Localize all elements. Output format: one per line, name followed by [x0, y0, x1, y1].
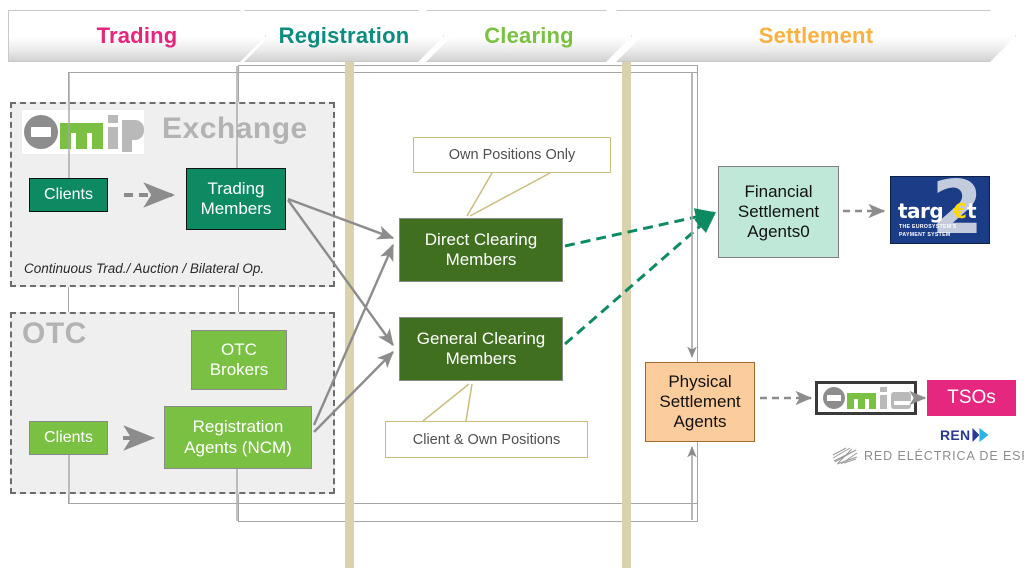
- ren-logo: REN: [940, 427, 988, 443]
- node-otc-clients[interactable]: Clients: [29, 421, 108, 455]
- node-otc-brokers[interactable]: OTC Brokers: [191, 330, 287, 390]
- node-financial-settlement-agents-line2: Settlement: [737, 201, 820, 221]
- target2-wordmark: targ: [898, 199, 944, 223]
- node-registration-agents-line2: Agents (NCM): [184, 437, 292, 457]
- diagram-canvas: Trading Registration Clearing Settlement…: [0, 0, 1024, 582]
- node-exchange-clients-label: Clients: [44, 185, 93, 203]
- red-electrica-wordmark: RED ELÉCTRICA DE ESPAÑA: [864, 449, 1024, 463]
- stage-label-settlement: Settlement: [758, 23, 874, 48]
- stage-chevron-settlement[interactable]: Settlement: [616, 10, 1016, 62]
- red-electrica-logo: RED ELÉCTRICA DE ESPAÑA: [832, 447, 1024, 465]
- node-tsos[interactable]: TSOs: [927, 380, 1016, 416]
- node-general-clearing-members[interactable]: General Clearing Members: [399, 317, 563, 381]
- node-trading-members-line2: Members: [200, 199, 272, 218]
- stage-banner: Trading Registration Clearing Settlement: [8, 10, 1016, 62]
- callout-client-own-positions-label: Client & Own Positions: [412, 431, 561, 448]
- omip-m-icon: [60, 115, 104, 149]
- omip-logo: [22, 110, 144, 154]
- red-electrica-mark-icon: [832, 447, 858, 465]
- ren-arrow-icon: [972, 428, 988, 442]
- omie-logo: [815, 381, 917, 415]
- node-general-clearing-members-line2: Members: [445, 349, 517, 368]
- callout-client-own-positions: Client & Own Positions: [385, 421, 588, 458]
- callout-own-positions-only-label: Own Positions Only: [448, 147, 576, 163]
- callout-own-positions-only: Own Positions Only: [413, 137, 611, 173]
- node-financial-settlement-agents-line3: Agents0: [747, 222, 810, 242]
- omie-i-icon: [880, 387, 887, 409]
- omie-e-icon: [891, 392, 911, 409]
- node-direct-clearing-members-line1: Direct Clearing: [424, 229, 538, 249]
- target2-subtitle-line1: THE EUROSYSTEM'S: [899, 224, 957, 230]
- stage-label-trading: Trading: [96, 23, 178, 48]
- node-financial-settlement-agents-line1: Financial: [744, 181, 813, 201]
- omie-o-icon: [823, 387, 845, 409]
- stage-label-registration: Registration: [278, 23, 410, 48]
- omip-i-icon: [108, 115, 118, 149]
- node-tsos-label: TSOs: [947, 387, 996, 408]
- omip-p-icon: [122, 112, 144, 152]
- omip-o-icon: [24, 115, 58, 149]
- stage-chevron-clearing[interactable]: Clearing: [426, 10, 632, 62]
- stage-divider-registration: [345, 58, 354, 568]
- target2-logo: 2 targ € t THE EUROSYSTEM'S PAYMENT SYST…: [890, 176, 990, 244]
- node-trading-members-line1: Trading: [207, 178, 265, 198]
- omie-m-icon: [847, 387, 877, 409]
- node-trading-members[interactable]: Trading Members: [186, 168, 286, 230]
- target2-euro-icon: €: [953, 199, 967, 223]
- stage-chevron-registration[interactable]: Registration: [244, 10, 444, 62]
- otc-title: OTC: [22, 317, 87, 350]
- node-otc-brokers-line1: OTC: [221, 339, 257, 359]
- node-direct-clearing-members[interactable]: Direct Clearing Members: [399, 218, 563, 282]
- exchange-title: Exchange: [162, 112, 308, 145]
- node-direct-clearing-members-line2: Members: [445, 250, 517, 269]
- target2-wordmark-tail: t: [967, 199, 977, 223]
- stage-label-clearing: Clearing: [484, 23, 574, 48]
- ren-wordmark: REN: [940, 427, 971, 443]
- target2-subtitle-line2: PAYMENT SYSTEM: [899, 232, 951, 238]
- node-otc-clients-label: Clients: [44, 428, 93, 446]
- node-registration-agents[interactable]: Registration Agents (NCM): [164, 406, 312, 469]
- node-exchange-clients[interactable]: Clients: [29, 178, 108, 212]
- node-physical-settlement-agents[interactable]: Physical Settlement Agents: [645, 362, 755, 442]
- node-physical-settlement-agents-line2: Settlement: [659, 391, 741, 411]
- stage-chevron-trading[interactable]: Trading: [8, 10, 266, 62]
- node-financial-settlement-agents[interactable]: Financial Settlement Agents0: [718, 166, 839, 258]
- node-physical-settlement-agents-line3: Agents: [673, 412, 727, 432]
- node-physical-settlement-agents-line1: Physical: [668, 371, 732, 391]
- exchange-footnote: Continuous Trad./ Auction / Bilateral Op…: [24, 261, 265, 276]
- stage-divider-clearing: [622, 58, 631, 568]
- node-otc-brokers-line2: Brokers: [209, 360, 269, 379]
- node-general-clearing-members-line1: General Clearing: [416, 328, 546, 348]
- node-registration-agents-line1: Registration: [192, 417, 284, 437]
